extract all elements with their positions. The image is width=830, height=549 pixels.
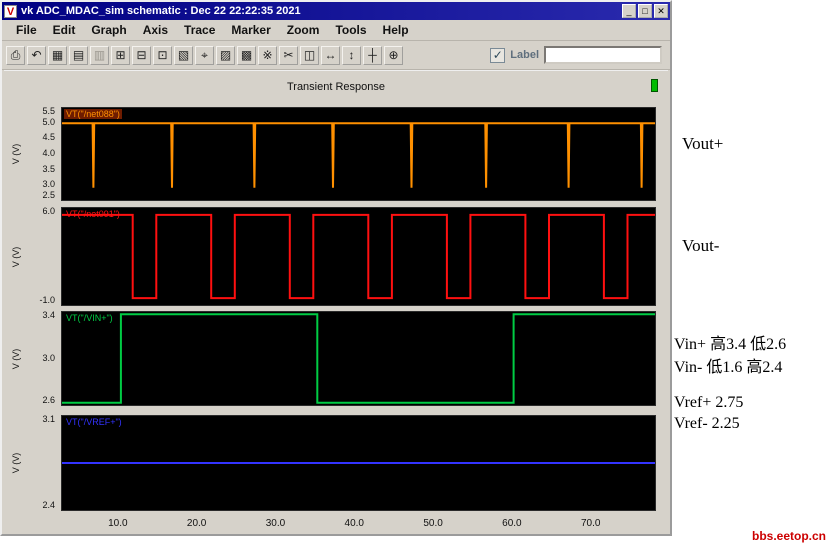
menu-edit[interactable]: Edit [45, 21, 84, 39]
app-icon: V [4, 4, 17, 18]
menu-zoom[interactable]: Zoom [279, 21, 328, 39]
annotation-vref-plus: Vref+ 2.75 [674, 394, 744, 411]
y-axis-label: V (V) [11, 246, 21, 267]
vert-marker-icon[interactable]: ▨ [216, 45, 235, 65]
menu-tools[interactable]: Tools [327, 21, 374, 39]
annotation-vref-minus: Vref- 2.25 [674, 415, 740, 432]
y-axis-ticks: 3.4 3.0 2.6 [26, 310, 58, 406]
y-axis-ticks: 6.0 -1.0 [26, 206, 58, 306]
plot-canvas-vinplus[interactable]: VT("/VIN+") [61, 311, 656, 406]
y-tick-label: 3.5 [42, 163, 55, 174]
x-tick-label: 70.0 [580, 518, 601, 529]
subwindow-indicator[interactable] [651, 79, 658, 92]
snapshot-icon[interactable]: ▧ [174, 45, 193, 65]
annotation-vin-minus: Vin- 低1.6 高2.4 [674, 359, 783, 376]
plot-area: Transient Response V (V) 5.5 5.0 4.5 4.0 3.5… [4, 70, 668, 532]
y-axis-label: V (V) [11, 348, 21, 369]
strip-chart-icon[interactable]: ▤ [69, 45, 88, 65]
menu-help[interactable]: Help [375, 21, 417, 39]
plot-canvas-net091[interactable]: VT("/net091") [61, 207, 656, 306]
zoom-box-icon[interactable]: ◫ [300, 45, 319, 65]
label-checkbox-text: Label [510, 49, 539, 61]
subplot-vrefplus: V (V) 3.1 2.4 VT("/VREF+") [4, 414, 664, 511]
x-tick-label: 40.0 [344, 518, 364, 529]
cut-icon[interactable]: ✂ [279, 45, 298, 65]
y-axis-label: V (V) [11, 143, 21, 165]
y-tick-label: 2.5 [42, 190, 55, 200]
marker-icon[interactable]: ⌖ [195, 45, 214, 65]
waveform-window: V vk ADC_MDAC_sim schematic : Dec 22 22:… [0, 0, 672, 536]
zoom-x-icon[interactable]: ↔ [321, 45, 340, 65]
y-tick-label: 3.0 [42, 179, 55, 190]
y-tick-label: 4.0 [42, 148, 55, 158]
x-tick-label: 20.0 [186, 518, 207, 529]
y-axis-ticks: 3.1 2.4 [26, 414, 58, 511]
table-icon[interactable]: ▦ [48, 45, 67, 65]
menu-graph[interactable]: Graph [83, 21, 134, 39]
y-tick-label: 2.4 [42, 500, 55, 510]
y-tick-label: 6.0 [42, 206, 55, 216]
x-tick-label: 50.0 [423, 518, 443, 529]
subplot-net091: V (V) 6.0 -1.0 VT("/net091") [4, 206, 664, 306]
y-tick-label: 4.5 [42, 132, 55, 143]
menu-bar: File Edit Graph Axis Trace Marker Zoom Tools Hel… [2, 20, 670, 41]
annotation-vout-minus: Vout- [682, 236, 720, 255]
x-tick-label: 30.0 [265, 518, 286, 529]
trace-label-vinplus[interactable]: VT("/VIN+") [64, 313, 115, 323]
pan-icon[interactable]: ⊕ [384, 45, 403, 65]
y-tick-label: 3.0 [42, 352, 55, 363]
zoom-y-icon[interactable]: ↕ [342, 45, 361, 65]
x-tick-label: 60.0 [502, 518, 522, 529]
grid-icon[interactable]: ▩ [237, 45, 256, 65]
zoom-fit-icon[interactable]: ┼ [363, 45, 382, 65]
plot-canvas-vrefplus[interactable]: VT("/VREF+") [61, 415, 656, 511]
y-tick-label: 5.5 [42, 106, 55, 116]
y-axis-ticks: 5.5 5.0 4.5 4.0 3.5 3.0 2.5 [26, 106, 58, 201]
subplot-vinplus: V (V) 3.4 3.0 2.6 VT("/VIN+") [4, 310, 664, 406]
window-title: vk ADC_MDAC_sim schematic : Dec 22 22:22… [21, 5, 301, 17]
reference-icon[interactable]: ※ [258, 45, 277, 65]
menu-marker[interactable]: Marker [223, 21, 278, 39]
annotation-vin-plus: Vin+ 高3.4 低2.6 [674, 336, 787, 353]
x-tick-label: 10.0 [108, 518, 128, 529]
undo-icon[interactable]: ↶ [27, 45, 46, 65]
menu-file[interactable]: File [8, 21, 45, 39]
title-bar[interactable]: V vk ADC_MDAC_sim schematic : Dec 22 22:… [2, 2, 670, 20]
annotation-vout-plus: Vout+ [682, 134, 724, 153]
x-axis-ticks: 10.0 20.0 30.0 40.0 50.0 60.0 70.0 [61, 516, 656, 531]
toolbar-icons: ⎙ ↶ ▦ ▤ ▥ ⊞ ⊟ ⊡ ▧ ⌖ ▨ ▩ ※ ✂ ◫ ↔ ↕ ┼ ⊕ [6, 45, 403, 65]
paste-icon[interactable]: ⊡ [153, 45, 172, 65]
close-button[interactable]: ✕ [654, 4, 668, 18]
trace-label-vrefplus[interactable]: VT("/VREF+") [64, 417, 124, 427]
plot-canvas-net088[interactable]: VT("/net088") [61, 107, 656, 201]
menu-trace[interactable]: Trace [176, 21, 223, 39]
composite-mode-icon[interactable]: ▥ [90, 45, 109, 65]
y-axis-label: V (V) [11, 452, 21, 474]
y-tick-label: 3.1 [42, 414, 55, 424]
copy-icon[interactable]: ⊟ [132, 45, 151, 65]
label-input[interactable] [544, 46, 662, 64]
watermark: bbs.eetop.cn [752, 529, 827, 543]
maximize-button[interactable]: □ [638, 4, 652, 18]
menu-axis[interactable]: Axis [135, 21, 176, 39]
subplot-net088: V (V) 5.5 5.0 4.5 4.0 3.5 3.0 2.5 VT("/net088"… [4, 106, 664, 201]
y-tick-label: 2.6 [42, 395, 55, 405]
new-subwindow-icon[interactable]: ⊞ [111, 45, 130, 65]
y-tick-label: 3.4 [42, 310, 55, 320]
y-tick-label: 5.0 [42, 116, 55, 127]
y-tick-label: -1.0 [39, 295, 55, 305]
toolbar: ⎙ ↶ ▦ ▤ ▥ ⊞ ⊟ ⊡ ▧ ⌖ ▨ ▩ ※ ✂ ◫ ↔ ↕ ┼ ⊕ ✓ Label [2, 41, 670, 70]
minimize-button[interactable]: _ [622, 4, 636, 18]
trace-label-net088[interactable]: VT("/net088") [64, 109, 122, 119]
plot-title: Transient Response [286, 81, 386, 93]
label-checkbox[interactable]: ✓ [490, 47, 506, 63]
print-icon[interactable]: ⎙ [6, 45, 25, 65]
trace-label-net091[interactable]: VT("/net091") [64, 209, 122, 219]
